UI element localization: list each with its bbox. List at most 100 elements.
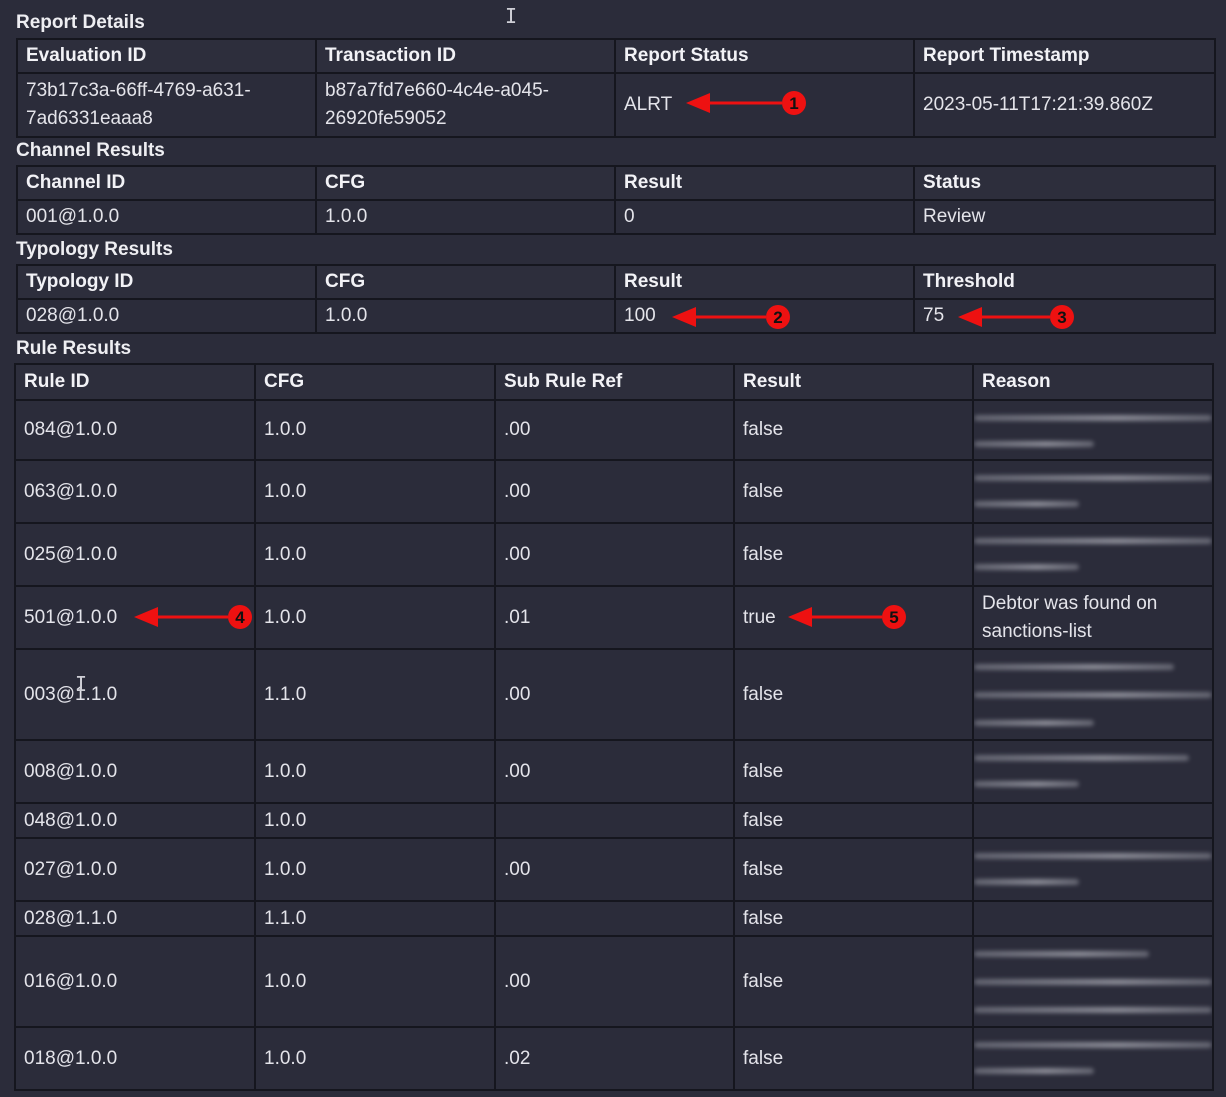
rule-id-cell: 028@1.1.0 bbox=[14, 900, 256, 937]
rule-id-cell: 016@1.0.0 bbox=[14, 935, 256, 1028]
rule-result-cell: false bbox=[733, 837, 974, 902]
text-cursor-icon: I bbox=[505, 4, 518, 28]
rule-sub-ref-cell bbox=[494, 900, 735, 937]
rule-cfg-cell: 1.1.0 bbox=[254, 648, 496, 741]
header-transaction-id: Transaction ID bbox=[315, 38, 616, 74]
transaction-id-cell: b87a7fd7e660-4c4e-a045- 26920fe59052 bbox=[315, 72, 616, 138]
rule-id-cell: 025@1.0.0 bbox=[14, 522, 256, 587]
typology-id-value: 028@1.0.0 bbox=[16, 298, 317, 334]
rule-sub-ref-cell: .00 bbox=[494, 935, 735, 1028]
typology-results-table: Typology ID CFG Result Threshold 028@1.0… bbox=[16, 264, 1216, 334]
rule-cfg-cell: 1.0.0 bbox=[254, 1026, 496, 1091]
transaction-id-line1: b87a7fd7e660-4c4e-a045- bbox=[325, 80, 549, 101]
rule-id-cell: 027@1.0.0 bbox=[14, 837, 256, 902]
rule-result-cell: false bbox=[733, 459, 974, 524]
redacted-reason-cell bbox=[972, 837, 1214, 902]
header-cfg: CFG bbox=[254, 363, 496, 401]
channel-results-title: Channel Results bbox=[16, 140, 165, 161]
rule-cfg-cell: 1.0.0 bbox=[254, 802, 496, 839]
header-channel-id: Channel ID bbox=[16, 165, 317, 201]
rule-result-cell: false bbox=[733, 1026, 974, 1091]
channel-results-table: Channel ID CFG Result Status 001@1.0.0 1… bbox=[16, 165, 1216, 235]
rule-cfg-cell: 1.0.0 bbox=[254, 837, 496, 902]
rule-cfg-cell: 1.0.0 bbox=[254, 585, 496, 650]
table-row: 016@1.0.0 1.0.0 .00 false bbox=[14, 935, 1214, 1028]
redacted-reason-cell bbox=[972, 522, 1214, 587]
table-row: 008@1.0.0 1.0.0 .00 false bbox=[14, 739, 1214, 804]
table-header-row: Evaluation ID Transaction ID Report Stat… bbox=[16, 38, 1216, 74]
header-cfg: CFG bbox=[315, 165, 616, 201]
rule-sub-ref-cell: .00 bbox=[494, 648, 735, 741]
rule-id-cell: 084@1.0.0 bbox=[14, 399, 256, 461]
header-evaluation-id: Evaluation ID bbox=[16, 38, 317, 74]
header-reason: Reason bbox=[972, 363, 1214, 401]
evaluation-id-cell: 73b17c3a-66ff-4769-a631- 7ad6331eaaa8 bbox=[16, 72, 317, 138]
table-header-row: Channel ID CFG Result Status bbox=[16, 165, 1216, 201]
report-details-table: Evaluation ID Transaction ID Report Stat… bbox=[16, 38, 1216, 138]
redacted-reason-cell bbox=[972, 739, 1214, 804]
rule-reason-cell bbox=[972, 802, 1214, 839]
rule-result-cell: false bbox=[733, 522, 974, 587]
rule-result-cell: false bbox=[733, 399, 974, 461]
channel-cfg-value: 1.0.0 bbox=[315, 199, 616, 235]
rule-sub-ref-cell: .02 bbox=[494, 1026, 735, 1091]
rule-sub-ref-cell: .00 bbox=[494, 522, 735, 587]
table-row: 73b17c3a-66ff-4769-a631- 7ad6331eaaa8 b8… bbox=[16, 72, 1216, 138]
rule-results-table: Rule ID CFG Sub Rule Ref Result Reason 0… bbox=[14, 363, 1214, 1091]
header-status: Status bbox=[913, 165, 1216, 201]
table-row: 018@1.0.0 1.0.0 .02 false bbox=[14, 1026, 1214, 1091]
typology-result-value: 100 bbox=[614, 298, 915, 334]
typology-results-title: Typology Results bbox=[16, 239, 173, 260]
rule-id-cell: 501@1.0.0 bbox=[14, 585, 256, 650]
header-report-status: Report Status bbox=[614, 38, 915, 74]
rule-sub-ref-cell: .00 bbox=[494, 739, 735, 804]
rule-cfg-cell: 1.0.0 bbox=[254, 935, 496, 1028]
table-row: 028@1.0.0 1.0.0 100 75 bbox=[16, 298, 1216, 334]
table-row: 001@1.0.0 1.0.0 0 Review bbox=[16, 199, 1216, 235]
rule-cfg-cell: 1.0.0 bbox=[254, 399, 496, 461]
header-report-timestamp: Report Timestamp bbox=[913, 38, 1216, 74]
rule-id-cell: 018@1.0.0 bbox=[14, 1026, 256, 1091]
header-result: Result bbox=[614, 264, 915, 300]
rule-id-cell: 008@1.0.0 bbox=[14, 739, 256, 804]
table-row: 063@1.0.0 1.0.0 .00 false bbox=[14, 459, 1214, 524]
table-row: 048@1.0.0 1.0.0 false bbox=[14, 802, 1214, 839]
evaluation-id-line1: 73b17c3a-66ff-4769-a631- bbox=[26, 80, 251, 101]
redacted-reason-cell bbox=[972, 648, 1214, 741]
header-cfg: CFG bbox=[315, 264, 616, 300]
table-header-row: Rule ID CFG Sub Rule Ref Result Reason bbox=[14, 363, 1214, 401]
rule-result-cell: false bbox=[733, 648, 974, 741]
redacted-reason-cell bbox=[972, 459, 1214, 524]
rule-sub-ref-cell: .00 bbox=[494, 459, 735, 524]
rule-sub-ref-cell: .00 bbox=[494, 399, 735, 461]
header-rule-id: Rule ID bbox=[14, 363, 256, 401]
report-timestamp-value: 2023-05-11T17:21:39.860Z bbox=[913, 72, 1216, 138]
transaction-id-line2: 26920fe59052 bbox=[325, 108, 447, 129]
table-row: 501@1.0.0 1.0.0 .01 true Debtor was foun… bbox=[14, 585, 1214, 650]
table-row: 028@1.1.0 1.1.0 false bbox=[14, 900, 1214, 937]
rule-id-cell: 003@1.1.0 bbox=[14, 648, 256, 741]
rule-cfg-cell: 1.0.0 bbox=[254, 739, 496, 804]
rule-sub-ref-cell: .01 bbox=[494, 585, 735, 650]
evaluation-id-line2: 7ad6331eaaa8 bbox=[26, 108, 153, 129]
rule-cfg-cell: 1.1.0 bbox=[254, 900, 496, 937]
header-typology-id: Typology ID bbox=[16, 264, 317, 300]
rule-cfg-cell: 1.0.0 bbox=[254, 522, 496, 587]
header-result: Result bbox=[614, 165, 915, 201]
table-row: 027@1.0.0 1.0.0 .00 false bbox=[14, 837, 1214, 902]
rule-reason-cell: Debtor was found on sanctions-list bbox=[972, 585, 1214, 650]
rule-result-cell: true bbox=[733, 585, 974, 650]
rule-id-cell: 063@1.0.0 bbox=[14, 459, 256, 524]
rule-sub-ref-cell: .00 bbox=[494, 837, 735, 902]
rule-result-cell: false bbox=[733, 802, 974, 839]
rule-result-cell: false bbox=[733, 900, 974, 937]
rule-result-cell: false bbox=[733, 739, 974, 804]
rule-cfg-cell: 1.0.0 bbox=[254, 459, 496, 524]
rule-sub-ref-cell bbox=[494, 802, 735, 839]
redacted-reason-cell bbox=[972, 399, 1214, 461]
channel-result-value: 0 bbox=[614, 199, 915, 235]
typology-cfg-value: 1.0.0 bbox=[315, 298, 616, 334]
redacted-reason-cell bbox=[972, 935, 1214, 1028]
table-row: 084@1.0.0 1.0.0 .00 false bbox=[14, 399, 1214, 461]
table-header-row: Typology ID CFG Result Threshold bbox=[16, 264, 1216, 300]
